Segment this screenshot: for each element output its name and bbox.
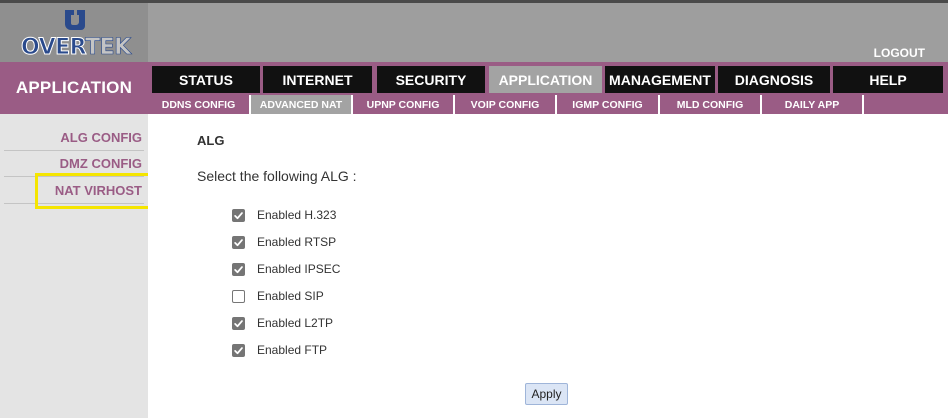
tab-status[interactable]: STATUS: [152, 66, 260, 93]
subtab-empty-slot: [864, 95, 948, 114]
logo-wordmark: OVERTEK: [20, 35, 131, 60]
alg-checkbox[interactable]: [232, 235, 245, 249]
main-content: ALG Select the following ALG : Enabled H…: [148, 114, 948, 418]
sidebar-item-alg-config[interactable]: ALG CONFIG: [4, 125, 144, 151]
subtab-upnp-config[interactable]: UPNP CONFIG: [353, 95, 455, 114]
checkmark-icon: [234, 346, 243, 354]
highlight-box: [35, 173, 154, 209]
tab-diagnosis[interactable]: DIAGNOSIS: [718, 66, 830, 93]
sidebar: ALG CONFIG DMZ CONFIG NAT VIRHOST: [0, 114, 148, 418]
checkmark-icon: [234, 319, 243, 327]
alg-row-l2tp[interactable]: Enabled L2TP: [232, 315, 333, 331]
overtek-logo: OVERTEK: [0, 3, 148, 62]
alg-checkbox[interactable]: [232, 343, 245, 357]
logout-link[interactable]: LOGOUT: [874, 46, 925, 60]
tab-help[interactable]: HELP: [833, 66, 943, 93]
alg-label: Enabled FTP: [257, 343, 328, 357]
alg-label: Enabled L2TP: [257, 316, 334, 330]
subtab-daily-app[interactable]: DAILY APP: [762, 95, 864, 114]
alg-label: Enabled IPSEC: [257, 262, 341, 276]
subtab-mld-config[interactable]: MLD CONFIG: [660, 95, 762, 114]
alg-label: Enabled H.323: [257, 208, 337, 222]
tab-application[interactable]: APPLICATION: [489, 66, 602, 93]
checkmark-icon: [234, 238, 243, 246]
alg-checkbox[interactable]: [232, 316, 245, 330]
alg-row-ipsec[interactable]: Enabled IPSEC: [232, 261, 340, 277]
main-nav: STATUS INTERNET SECURITY APPLICATION MANAGEM…: [148, 62, 948, 93]
tab-internet[interactable]: INTERNET: [263, 66, 372, 93]
subtab-ddns-config[interactable]: DDNS CONFIG: [148, 95, 251, 114]
checkmark-icon: [234, 265, 243, 273]
alg-label: Enabled SIP: [257, 289, 324, 303]
checkmark-icon: [234, 211, 243, 219]
subtab-voip-config[interactable]: VOIP CONFIG: [455, 95, 557, 114]
page-title: ALG: [197, 133, 225, 148]
alg-row-h-323[interactable]: Enabled H.323: [232, 207, 336, 223]
tab-management[interactable]: MANAGEMENT: [605, 66, 715, 93]
subtab-advanced-nat[interactable]: ADVANCED NAT: [251, 95, 353, 114]
alg-instruction: Select the following ALG :: [197, 168, 357, 184]
alg-row-ftp[interactable]: Enabled FTP: [232, 342, 327, 358]
section-title: APPLICATION: [0, 62, 148, 114]
tab-security[interactable]: SECURITY: [377, 66, 485, 93]
alg-label: Enabled RTSP: [257, 235, 337, 249]
subtab-igmp-config[interactable]: IGMP CONFIG: [557, 95, 660, 114]
alg-checkbox[interactable]: [232, 262, 245, 276]
logo-mark-icon: [65, 10, 85, 30]
sub-nav: DDNS CONFIG ADVANCED NAT UPNP CONFIG VOIP C…: [148, 93, 948, 114]
alg-row-sip[interactable]: Enabled SIP: [232, 288, 324, 304]
alg-row-rtsp[interactable]: Enabled RTSP: [232, 234, 336, 250]
apply-button[interactable]: Apply: [525, 383, 568, 405]
alg-checkbox[interactable]: [232, 289, 245, 303]
alg-checkbox[interactable]: [232, 208, 245, 222]
